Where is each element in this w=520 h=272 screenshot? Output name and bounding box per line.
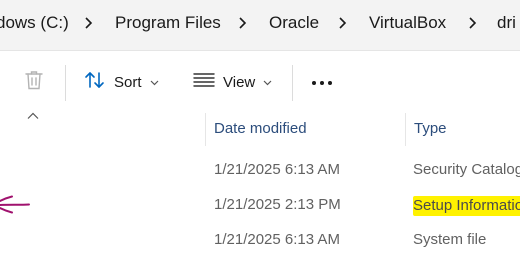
more-options-button[interactable] <box>308 63 336 101</box>
file-type: Security Catalog <box>413 161 520 178</box>
breadcrumb-item-virtualbox[interactable]: VirtualBox <box>369 11 446 35</box>
file-row[interactable]: 1/21/2025 2:13 PM Setup Information <box>0 189 520 223</box>
trash-icon <box>24 69 44 96</box>
column-divider[interactable] <box>205 113 206 146</box>
chevron-right-icon <box>82 16 96 30</box>
file-row[interactable]: 1/21/2025 6:13 AM Security Catalog <box>0 154 520 188</box>
annotation-arrow-icon <box>0 193 32 215</box>
toolbar-divider <box>292 65 293 101</box>
toolbar-divider <box>65 65 66 101</box>
view-label: View <box>223 73 256 91</box>
column-divider[interactable] <box>405 113 406 146</box>
chevron-down-icon <box>150 78 159 87</box>
breadcrumb-item-drivers[interactable]: dri <box>497 11 516 35</box>
chevron-right-icon <box>236 16 250 30</box>
chevron-right-icon <box>336 16 350 30</box>
chevron-right-icon <box>466 16 480 30</box>
breadcrumb-item-program-files[interactable]: Program Files <box>115 11 221 35</box>
file-type: System file <box>413 231 487 248</box>
breadcrumb-item-oracle[interactable]: Oracle <box>269 11 319 35</box>
more-icon <box>311 73 333 91</box>
view-list-icon <box>193 71 215 94</box>
view-button[interactable]: View <box>193 63 272 101</box>
column-header-date-modified[interactable]: Date modified <box>214 120 307 137</box>
address-bar[interactable]: dows (C:) Program Files Oracle VirtualBo… <box>0 0 520 50</box>
file-row[interactable]: 1/21/2025 6:13 AM System file <box>0 224 520 258</box>
file-type: Setup Information <box>413 196 520 216</box>
sort-icon <box>84 70 106 95</box>
delete-button[interactable] <box>20 63 48 101</box>
file-date-modified: 1/21/2025 2:13 PM <box>214 196 341 213</box>
sort-label: Sort <box>114 73 142 91</box>
file-date-modified: 1/21/2025 6:13 AM <box>214 231 340 248</box>
breadcrumb-item-drive[interactable]: dows (C:) <box>0 11 69 35</box>
chevron-down-icon <box>263 78 272 87</box>
file-date-modified: 1/21/2025 6:13 AM <box>214 161 340 178</box>
sort-button[interactable]: Sort <box>84 63 159 101</box>
command-bar: Sort View <box>0 51 520 113</box>
column-header-type[interactable]: Type <box>414 120 447 137</box>
sort-ascending-icon[interactable] <box>27 112 39 120</box>
